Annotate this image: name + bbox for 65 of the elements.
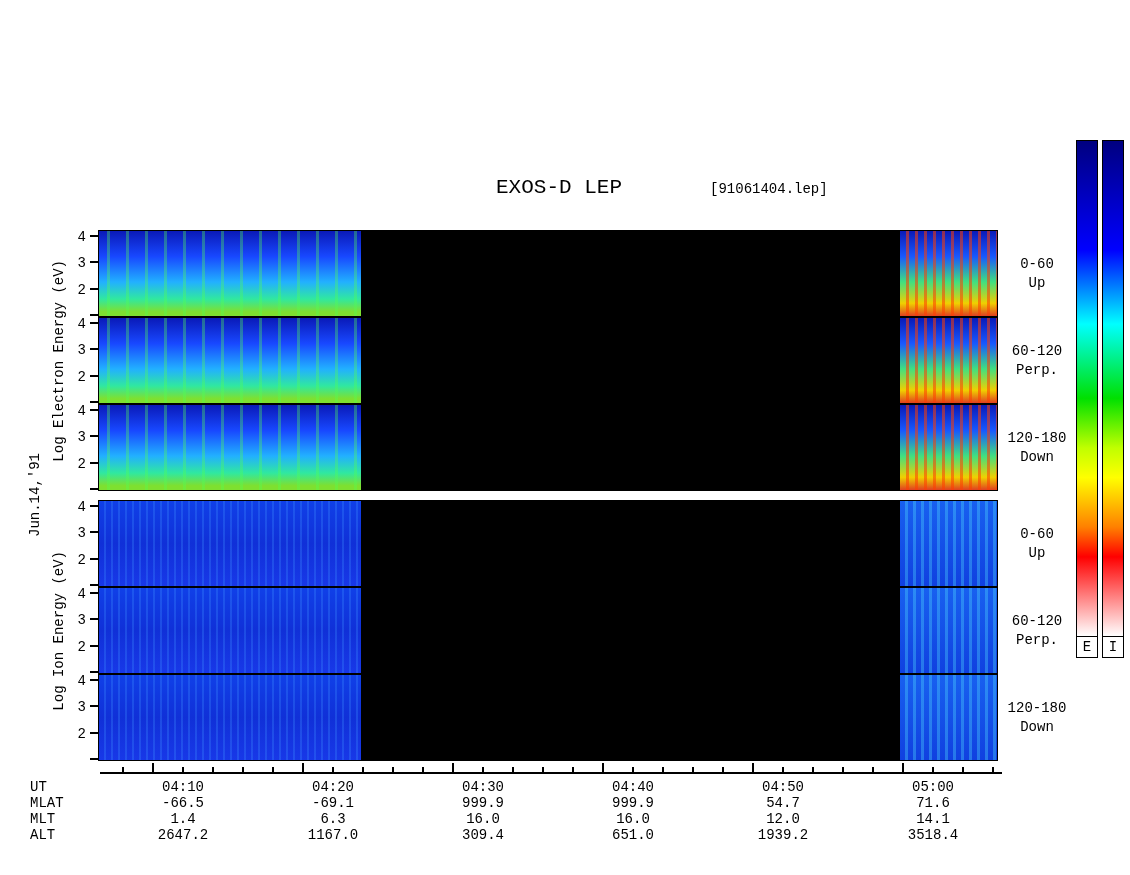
tick-label: 4 [77,404,86,419]
tick-label: 4 [77,230,86,245]
table-value: 1939.2 [756,827,810,843]
table-value: 04:30 [461,779,505,795]
tick-label: 4 [77,587,86,602]
table-value: 16.0 [465,811,501,827]
table-value: 05:00 [911,779,955,795]
table-value: -69.1 [311,795,355,811]
table-value: 999.9 [611,795,655,811]
direction-label: Perp. [1016,360,1058,380]
table-value: 12.0 [765,811,801,827]
table-value: 16.0 [615,811,651,827]
tick-label: 2 [77,282,86,298]
tick-label: 2 [77,456,86,472]
tick-label: 3 [77,525,86,541]
table-value: 651.0 [611,827,655,843]
direction-label: Perp. [1016,630,1058,650]
angle-range: 60-120 [1011,341,1063,361]
direction-label: Up [1028,273,1046,293]
tick-label: 3 [77,429,86,445]
table-value: 2647.2 [156,827,210,843]
scale-label: E [1076,637,1098,658]
table-value: 309.4 [461,827,505,843]
file-name: [91061404.lep] [710,181,828,197]
tick-label: 3 [77,612,86,628]
axis-label: Log Electron Energy (eV) [51,259,67,462]
row-label: UT [30,779,48,795]
table-value: 04:40 [611,779,655,795]
table-value: 3518.4 [906,827,960,843]
tick-label: 3 [77,699,86,715]
tick-label: 4 [77,500,86,515]
angle-range: 0-60 [1020,254,1054,274]
table-value: 04:10 [161,779,205,795]
table-value: 1167.0 [306,827,360,843]
tick-label: 4 [77,317,86,332]
tick-label: 2 [77,369,86,385]
table-value: 71.6 [915,795,951,811]
angle-range: 120-180 [1007,428,1067,448]
direction-label: Up [1028,543,1046,563]
axis-label: Log Ion Energy (eV) [51,550,67,711]
table-value: -66.5 [161,795,205,811]
tick-label: 2 [77,552,86,568]
table-value: 04:20 [311,779,355,795]
tick-label: 3 [77,255,86,271]
table-value: 54.7 [765,795,801,811]
scale-label: I [1102,637,1124,658]
direction-label: Down [1020,717,1054,737]
table-value: 04:50 [761,779,805,795]
angle-range: 120-180 [1007,698,1067,718]
table-value: 1.4 [169,811,197,827]
angle-range: 0-60 [1020,524,1054,544]
row-label: MLT [30,811,57,827]
date-label: Jun.14,'91 [27,453,43,538]
row-label: MLAT [30,795,65,811]
table-value: 999.9 [461,795,505,811]
table-value: 6.3 [319,811,347,827]
tick-label: 3 [77,342,86,358]
tick-label: 4 [77,674,86,689]
plot-title: EXOS-D LEP [496,176,623,199]
angle-range: 60-120 [1011,611,1063,631]
row-label: ALT [30,827,57,843]
table-value: 14.1 [915,811,951,827]
tick-label: 2 [77,639,86,655]
tick-label: 2 [77,726,86,742]
direction-label: Down [1020,447,1054,467]
